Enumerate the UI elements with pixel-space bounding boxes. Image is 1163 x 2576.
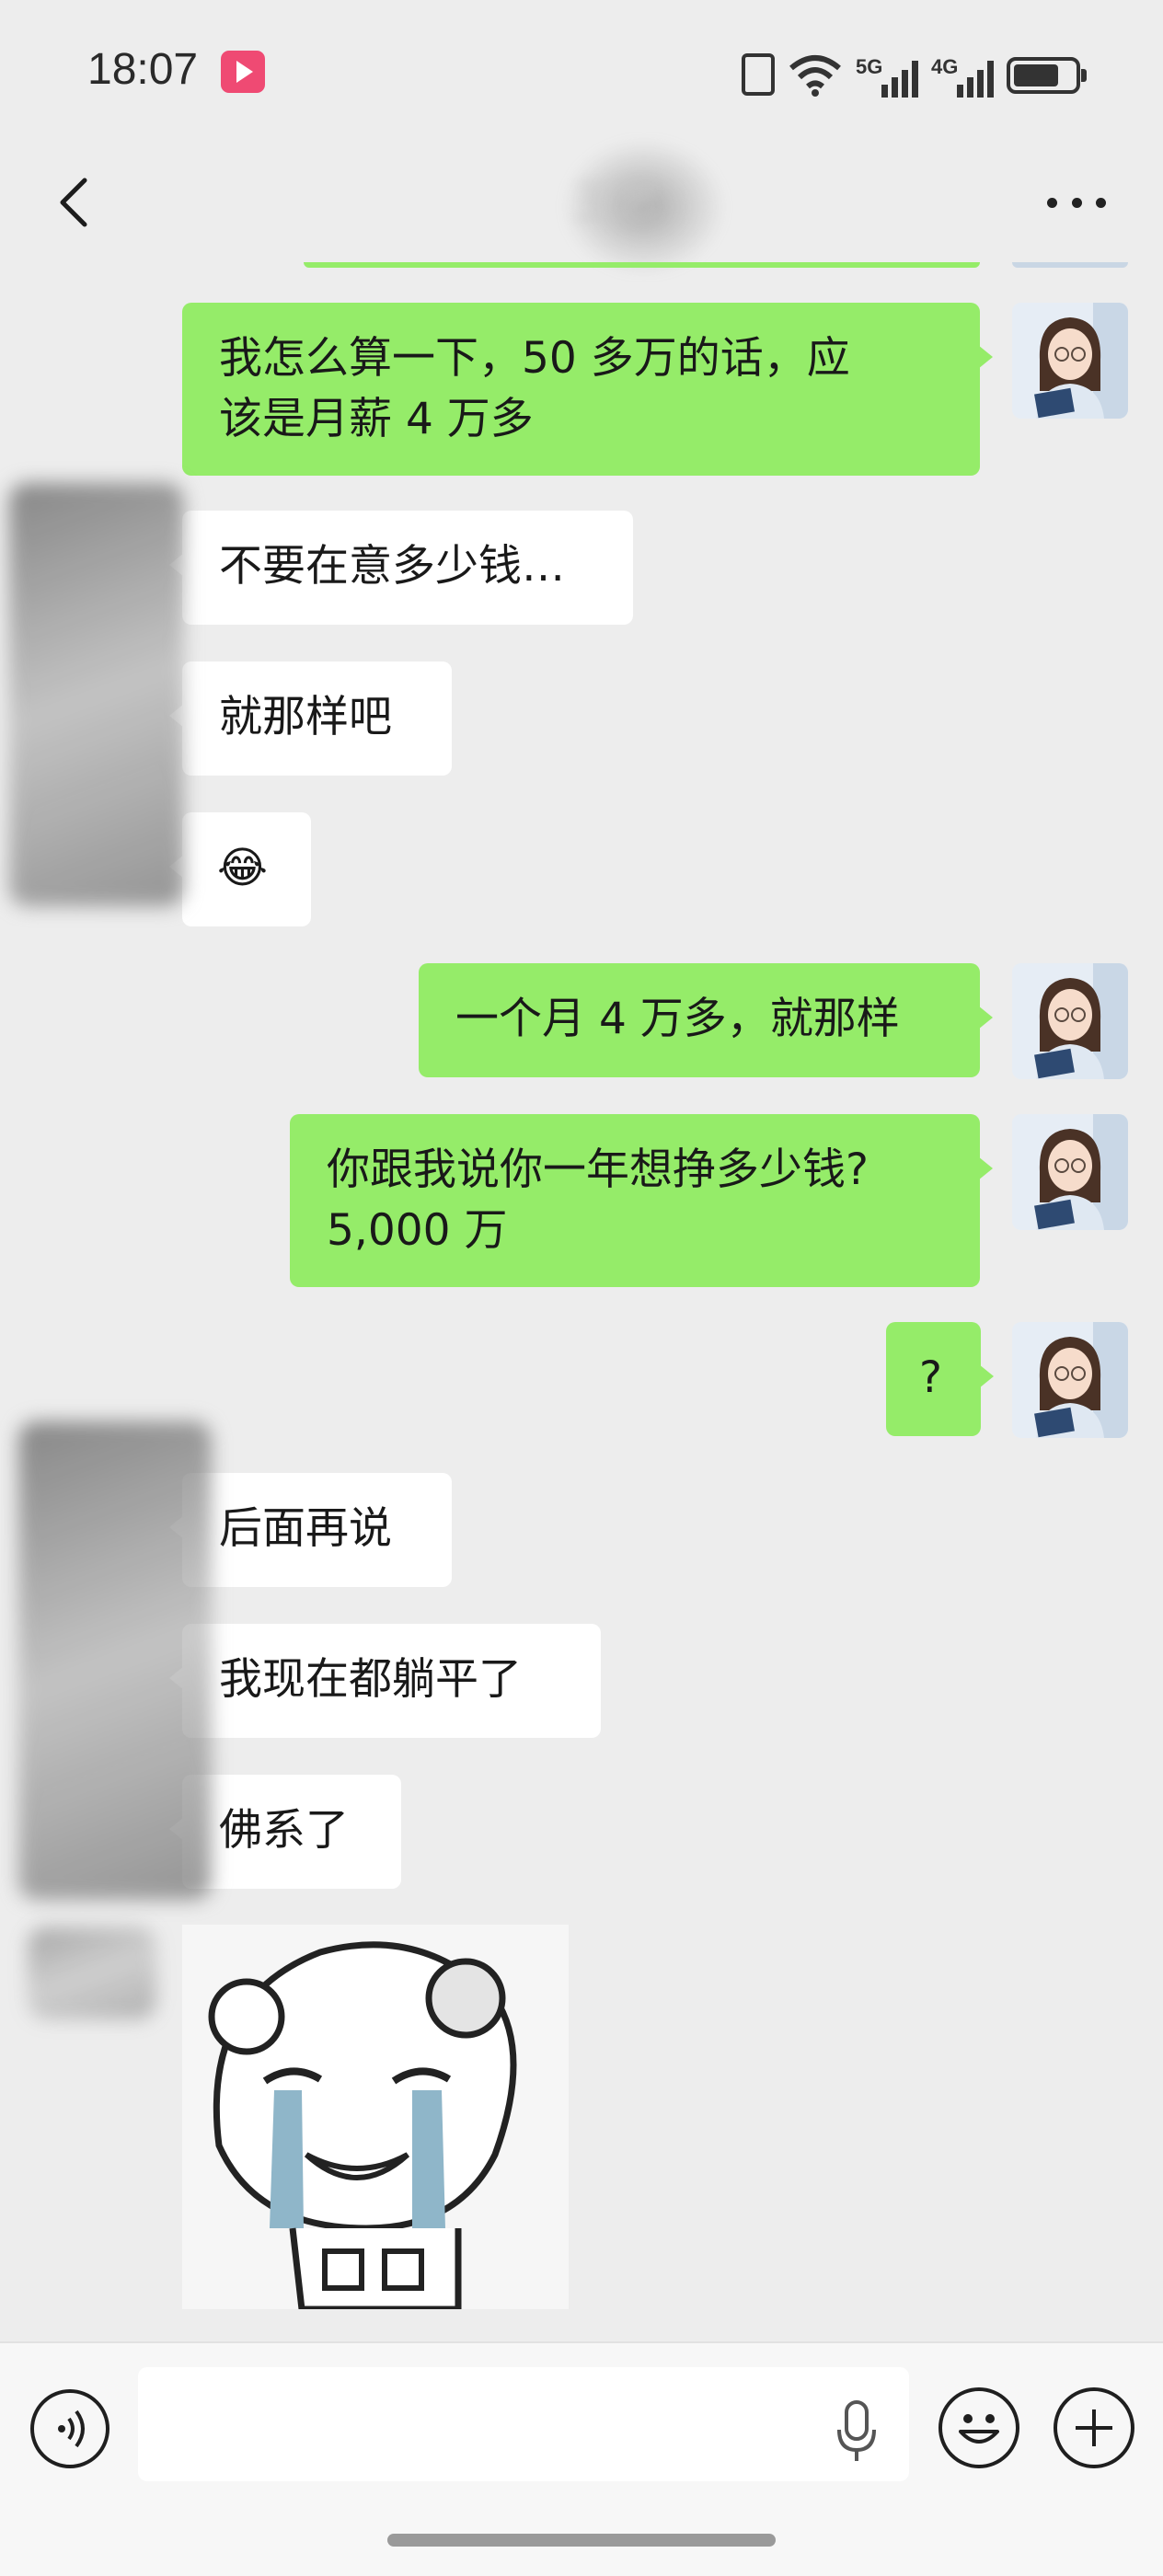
sent-message[interactable]: 我怎么算一下，50 多万的话，应 该是月薪 4 万多 bbox=[182, 303, 993, 476]
received-message[interactable]: 后面再说 bbox=[169, 1473, 452, 1587]
signal-4g-label: 4G bbox=[931, 55, 959, 78]
avatar[interactable] bbox=[1012, 963, 1128, 1079]
status-time: 18:07 bbox=[87, 45, 199, 94]
avatar-illustration bbox=[1012, 303, 1128, 419]
message-line: 你跟我说你一年想挣多少钱? bbox=[327, 1144, 869, 1195]
message-list[interactable]: 我怎么算一下，50 多万的话，应 该是月薪 4 万多 不要在意多少钱… 就那样吧… bbox=[0, 262, 1163, 2341]
avatar-illustration bbox=[1012, 1114, 1128, 1230]
message-line: 该是月薪 4 万多 bbox=[219, 394, 534, 444]
avatar[interactable] bbox=[1012, 1322, 1128, 1438]
signal-5g-icon: 5G bbox=[856, 55, 918, 98]
plus-icon[interactable] bbox=[1054, 2387, 1134, 2468]
vibrate-icon bbox=[742, 53, 775, 96]
chat-title: 王思 bbox=[574, 178, 659, 227]
received-message[interactable]: 我现在都躺平了 bbox=[169, 1624, 601, 1738]
partial-avatar bbox=[1012, 262, 1128, 268]
received-message[interactable]: 佛系了 bbox=[169, 1775, 401, 1889]
message-input[interactable] bbox=[138, 2367, 909, 2481]
more-dots-icon[interactable] bbox=[1047, 191, 1106, 213]
avatar-illustration bbox=[1012, 1322, 1128, 1438]
received-message[interactable]: 不要在意多少钱… bbox=[169, 511, 633, 625]
battery-icon bbox=[1007, 57, 1087, 94]
wifi-icon bbox=[789, 55, 841, 97]
partial-message-bubble bbox=[304, 262, 980, 268]
status-icons: 5G 4G bbox=[742, 46, 1087, 98]
signal-4g-icon: 4G bbox=[931, 55, 994, 98]
crying-bear-sticker bbox=[182, 1925, 569, 2309]
avatar-redacted bbox=[9, 483, 184, 906]
chat-header: 王思 bbox=[0, 138, 1163, 276]
voice-input-icon[interactable] bbox=[30, 2389, 109, 2468]
avatar[interactable] bbox=[1012, 1114, 1128, 1230]
received-message[interactable]: 😂 bbox=[169, 812, 311, 926]
avatar-redacted bbox=[28, 1927, 156, 2019]
emoji-icon[interactable] bbox=[938, 2387, 1019, 2468]
sent-message[interactable]: ? bbox=[886, 1322, 994, 1436]
received-message[interactable]: 就那样吧 bbox=[169, 661, 452, 776]
sticker-image[interactable] bbox=[182, 1925, 569, 2309]
mic-icon[interactable] bbox=[834, 2398, 880, 2465]
chevron-left-icon[interactable] bbox=[50, 173, 105, 232]
screen-record-icon bbox=[221, 51, 265, 93]
signal-5g-label: 5G bbox=[856, 55, 883, 78]
sent-message[interactable]: 你跟我说你一年想挣多少钱? 5,000 万 bbox=[290, 1114, 993, 1287]
home-indicator[interactable] bbox=[387, 2534, 776, 2547]
avatar-illustration bbox=[1012, 963, 1128, 1079]
message-line: 5,000 万 bbox=[327, 1205, 508, 1256]
avatar-redacted bbox=[18, 1421, 212, 1900]
message-line: 我怎么算一下，50 多万的话，应 bbox=[219, 333, 850, 384]
avatar[interactable] bbox=[1012, 303, 1128, 419]
status-bar: 18:07 5G 4G bbox=[0, 0, 1163, 138]
sent-message[interactable]: 一个月 4 万多，就那样 bbox=[419, 963, 993, 1077]
